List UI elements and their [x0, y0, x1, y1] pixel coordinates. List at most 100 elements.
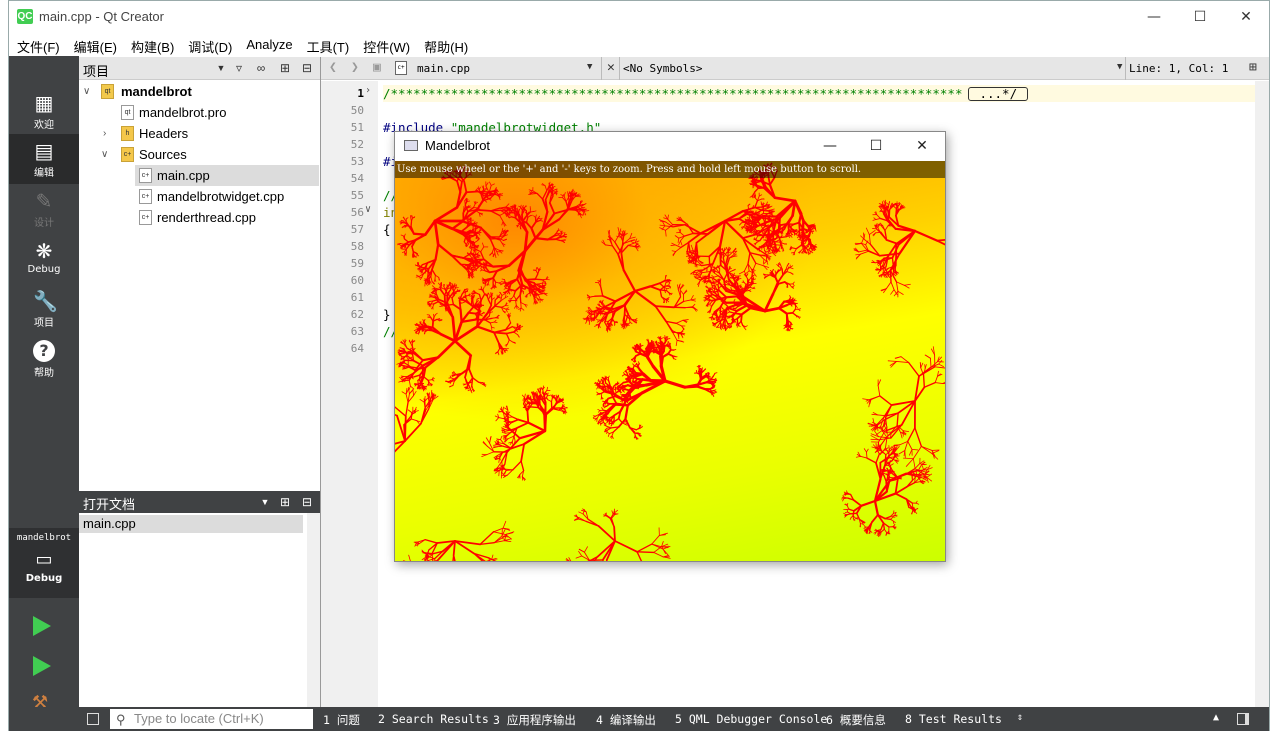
mode-welcome[interactable]: ▦ 欢迎 — [9, 86, 79, 136]
tree-item-label: mandelbrotwidget.cpp — [157, 189, 285, 204]
line-number: 60 — [350, 274, 364, 287]
forward-arrow-icon[interactable]: ❯ — [351, 60, 359, 75]
tree-item-renderthread-cpp[interactable]: c+ renderthread.cpp — [79, 207, 321, 228]
open-document-item[interactable]: main.cpp — [79, 515, 303, 533]
maximize-button[interactable]: ☐ — [1177, 1, 1223, 32]
mode-edit-label: 编辑 — [34, 168, 54, 179]
separator — [619, 57, 620, 80]
tree-item-label: renderthread.cpp — [157, 210, 257, 225]
close-panel-icon[interactable]: ⊟ — [299, 60, 315, 76]
menu-debug[interactable]: 调试(D) — [180, 33, 238, 56]
editor-toolbar: ❮ ❯ ▣ c+ main.cpp ▼ ✕ <No Symbols> ▼ Lin… — [321, 57, 1269, 80]
menu-file[interactable]: 文件(F) — [9, 33, 66, 56]
line-number: 55 — [350, 189, 364, 202]
editor-scrollbar[interactable] — [1255, 81, 1269, 707]
line-number: 63 — [350, 325, 364, 338]
code-line-62: } — [383, 307, 391, 322]
line-number-gutter: 1 › 50 51 52 53 54 55 56 ∨ 57 58 59 60 6… — [321, 81, 378, 707]
close-button[interactable]: ✕ — [899, 132, 945, 161]
split-icon[interactable]: ⊞ — [277, 494, 293, 510]
tree-item-pro[interactable]: qt mandelbrot.pro — [79, 102, 321, 123]
open-documents-list: main.cpp — [79, 513, 321, 707]
document-edit-icon: ▤ — [34, 139, 54, 163]
cpp-file-icon: c+ — [395, 61, 407, 75]
current-document[interactable]: main.cpp — [417, 62, 470, 75]
split-icon[interactable]: ⊞ — [277, 60, 293, 76]
tab-qml-debugger-console[interactable]: 5 QML Debugger Console — [675, 712, 827, 726]
line-number: 52 — [350, 138, 364, 151]
kit-selector[interactable]: mandelbrot ▭ Debug — [9, 528, 79, 598]
symbols-dropdown[interactable]: <No Symbols> — [623, 62, 702, 75]
pencil-icon: ✎ — [35, 189, 53, 213]
qt-logo-icon: QC — [17, 9, 33, 24]
tab-search-results[interactable]: 2 Search Results — [378, 712, 489, 726]
chevron-right-icon[interactable]: › — [365, 85, 375, 96]
menu-tools[interactable]: 工具(T) — [299, 33, 356, 56]
menu-analyze[interactable]: Analyze — [238, 33, 298, 56]
locator-input[interactable]: ⚲ Type to locate (Ctrl+K) — [110, 709, 313, 729]
mode-debug-label: Debug — [27, 264, 61, 275]
project-panel-header: 项目 ▼ ▿ ∞ ⊞ ⊟ — [79, 57, 321, 80]
link-icon[interactable]: ∞ — [253, 60, 269, 76]
dropdown-arrow-icon[interactable]: ▼ — [1117, 62, 1122, 72]
dropdown-arrow-icon[interactable]: ▼ — [587, 62, 592, 72]
tab-compile-output[interactable]: 4 编译输出 — [596, 712, 656, 728]
chevron-down-icon[interactable]: ∨ — [101, 144, 113, 165]
chevron-right-icon[interactable]: › — [103, 123, 115, 144]
menu-widgets[interactable]: 控件(W) — [355, 33, 416, 56]
pro-file-icon: qt — [121, 105, 134, 120]
tree-item-mandelbrotwidget-cpp[interactable]: c+ mandelbrotwidget.cpp — [79, 186, 321, 207]
line-column-indicator[interactable]: Line: 1, Col: 1 — [1129, 62, 1228, 75]
menu-help[interactable]: 帮助(H) — [416, 33, 474, 56]
chevron-down-icon[interactable]: ∨ — [83, 81, 95, 102]
sidebar-toggle-icon[interactable] — [87, 713, 99, 725]
monitor-icon: ▭ — [35, 549, 53, 570]
filter-icon[interactable]: ▿ — [231, 60, 247, 76]
open-documents-scrollbar[interactable] — [307, 513, 321, 707]
maximize-button[interactable]: ☐ — [853, 132, 899, 161]
tab-issues[interactable]: 1 问题 — [323, 712, 360, 728]
debug-run-icon[interactable] — [33, 656, 51, 676]
mode-design[interactable]: ✎ 设计 — [9, 184, 79, 234]
chevron-up-icon[interactable]: ▲ — [1213, 712, 1219, 723]
run-icon[interactable] — [33, 616, 51, 636]
project-panel-title: 项目 — [83, 64, 110, 79]
tree-item-main-cpp[interactable]: c+ main.cpp — [135, 165, 319, 186]
background-strip — [0, 731, 1276, 739]
tree-item-headers[interactable]: › h Headers — [79, 123, 321, 144]
mandelbrot-title-bar: Mandelbrot — ☐ ✕ — [395, 132, 945, 161]
fractal-canvas[interactable]: Use mouse wheel or the '+' and '-' keys … — [395, 161, 945, 561]
mode-design-label: 设计 — [34, 218, 54, 229]
menu-edit[interactable]: 编辑(E) — [66, 33, 123, 56]
tab-test-results[interactable]: 8 Test Results — [905, 712, 1002, 726]
close-button[interactable]: ✕ — [1223, 1, 1269, 32]
minimize-button[interactable]: — — [1131, 1, 1177, 32]
output-toggle-icon[interactable] — [1237, 713, 1249, 725]
menu-build[interactable]: 构建(B) — [123, 33, 180, 56]
mode-help[interactable]: ? 帮助 — [9, 334, 79, 384]
line-number: 59 — [350, 257, 364, 270]
open-documents-header: 打开文档 ▼ ⊞ ⊟ — [79, 491, 321, 513]
tree-root[interactable]: ∨ qt mandelbrot — [79, 81, 321, 102]
usage-hint: Use mouse wheel or the '+' and '-' keys … — [395, 161, 945, 178]
back-arrow-icon[interactable]: ❮ — [329, 60, 337, 75]
line-number: 54 — [350, 172, 364, 185]
mode-edit[interactable]: ▤ 编辑 — [9, 134, 79, 184]
mode-selector: ▦ 欢迎 ▤ 编辑 ✎ 设计 ❋ Debug 🔧 项目 ? 帮助 mandelb… — [9, 56, 79, 713]
mode-debug[interactable]: ❋ Debug — [9, 234, 79, 284]
minimize-button[interactable]: — — [807, 132, 853, 161]
output-pane-bar: ⚲ Type to locate (Ctrl+K) 1 问题 2 Search … — [79, 707, 1269, 731]
split-icon[interactable]: ⊞ — [1249, 60, 1257, 75]
close-document-icon[interactable]: ✕ — [607, 60, 615, 75]
tab-general-messages[interactable]: 6 概要信息 — [826, 712, 886, 728]
close-panel-icon[interactable]: ⊟ — [299, 494, 315, 510]
dropdown-arrow-icon[interactable]: ▼ — [257, 494, 273, 510]
up-down-arrows-icon[interactable]: ⇕ — [1017, 712, 1023, 723]
mode-projects[interactable]: 🔧 项目 — [9, 284, 79, 334]
dropdown-arrow-icon[interactable]: ▼ — [213, 60, 229, 76]
tree-item-sources[interactable]: ∨ c+ Sources — [79, 144, 321, 165]
chevron-down-icon[interactable]: ∨ — [365, 204, 375, 215]
mode-welcome-label: 欢迎 — [34, 120, 54, 131]
folded-block-marker[interactable]: ...*/ — [968, 87, 1029, 101]
tab-application-output[interactable]: 3 应用程序输出 — [493, 712, 576, 728]
